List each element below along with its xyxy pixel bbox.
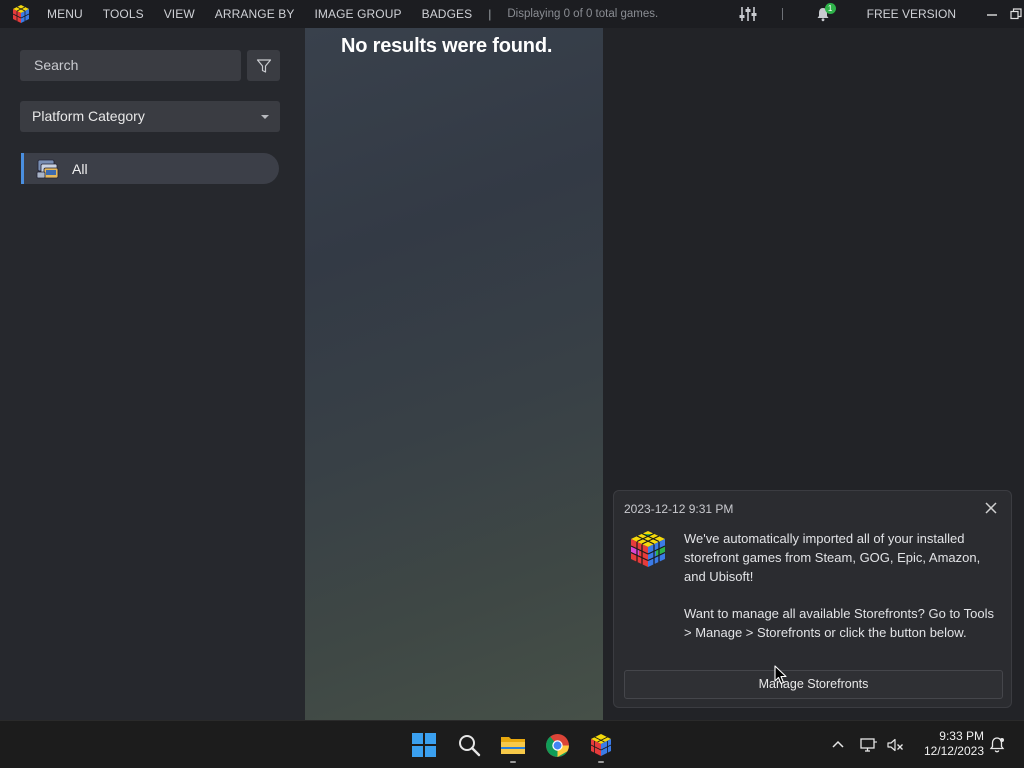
restore-icon[interactable] xyxy=(1010,4,1024,24)
platforms-stack-icon xyxy=(36,159,59,178)
filter-button[interactable] xyxy=(247,50,280,81)
taskbar-chrome[interactable] xyxy=(544,732,570,758)
notification-count-badge: 1 xyxy=(824,3,836,14)
platform-category-dropdown[interactable]: Platform Category xyxy=(20,101,280,132)
empty-state-message: No results were found. xyxy=(341,35,553,57)
platform-category-value: Platform Category xyxy=(32,108,145,124)
folder-icon xyxy=(501,737,525,754)
import-notification: 2023-12-12 9:31 PM We've automatically i… xyxy=(613,490,1012,708)
equalizer-icon[interactable] xyxy=(738,4,758,24)
menu-badges[interactable]: BADGES xyxy=(422,7,473,21)
chrome-icon xyxy=(545,733,569,757)
notification-timestamp: 2023-12-12 9:31 PM xyxy=(624,502,734,516)
bell-icon[interactable]: 1 xyxy=(813,3,836,24)
windows-taskbar: 9:33 PM 12/12/2023 xyxy=(0,720,1024,768)
sidebar: Search Platform Category All xyxy=(0,28,305,720)
launchbox-logo-icon xyxy=(630,531,666,567)
notification-center-icon[interactable] xyxy=(988,736,1006,754)
launchbox-icon xyxy=(590,734,612,756)
title-bar: MENU TOOLS VIEW ARRANGE BY IMAGE GROUP B… xyxy=(0,0,1024,28)
sidebar-item-all[interactable]: All xyxy=(21,153,279,184)
taskbar-search-button[interactable] xyxy=(456,732,482,758)
clock-time: 9:33 PM xyxy=(939,729,984,743)
chevron-down-icon xyxy=(261,115,269,119)
windows-start-icon xyxy=(412,733,436,757)
menu-arrange-by[interactable]: ARRANGE BY xyxy=(215,7,295,21)
minimize-icon[interactable] xyxy=(982,4,1002,24)
game-count-status: Displaying 0 of 0 total games. xyxy=(507,8,659,20)
games-view: No results were found. xyxy=(305,28,603,720)
menu-menu[interactable]: MENU xyxy=(47,7,83,21)
mouse-cursor-icon xyxy=(774,665,787,685)
search-input[interactable]: Search xyxy=(20,50,241,81)
topbar-divider xyxy=(781,8,783,20)
filter-icon xyxy=(256,58,271,73)
manage-storefronts-button[interactable]: Manage Storefronts xyxy=(624,670,1003,699)
notification-body: We've automatically imported all of your… xyxy=(684,529,1002,642)
notification-paragraph-import: We've automatically imported all of your… xyxy=(684,531,981,584)
menu-tools[interactable]: TOOLS xyxy=(103,7,144,21)
network-icon[interactable] xyxy=(860,736,878,754)
start-button[interactable] xyxy=(411,732,437,758)
menu-image-group[interactable]: IMAGE GROUP xyxy=(314,7,401,21)
menu-view[interactable]: VIEW xyxy=(164,7,195,21)
notification-paragraph-manage: Want to manage all available Storefronts… xyxy=(684,606,995,640)
chevron-up-icon[interactable] xyxy=(830,737,846,753)
search-icon xyxy=(459,735,481,757)
system-clock[interactable]: 9:33 PM 12/12/2023 xyxy=(912,729,984,759)
taskbar-launchbox[interactable] xyxy=(588,732,614,758)
free-version-label[interactable]: FREE VERSION xyxy=(867,7,956,21)
running-indicator xyxy=(510,761,516,763)
sidebar-item-label: All xyxy=(72,160,88,177)
clock-date: 12/12/2023 xyxy=(923,744,984,758)
app-logo-icon[interactable] xyxy=(11,4,31,24)
menu-separator: | xyxy=(488,7,492,21)
volume-muted-icon[interactable] xyxy=(886,736,904,754)
running-indicator xyxy=(598,761,604,763)
taskbar-file-explorer[interactable] xyxy=(500,732,526,758)
close-icon[interactable] xyxy=(983,500,999,516)
